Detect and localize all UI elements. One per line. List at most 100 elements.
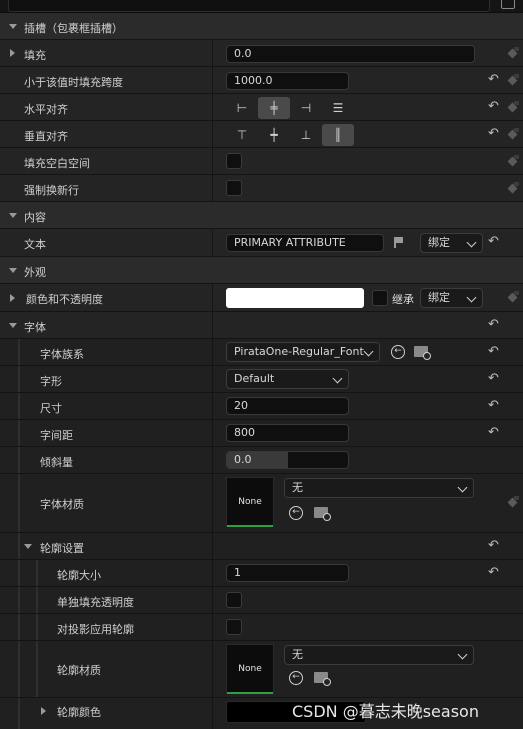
size-field[interactable]: 20 <box>226 397 349 415</box>
color-swatch[interactable] <box>226 288 364 308</box>
prop-font-family: 字体族系 PirataOne-Regular_Font ← ↶ <box>0 339 523 366</box>
apply-to-shadows-checkbox[interactable] <box>226 619 242 635</box>
reset-icon[interactable]: ↶ <box>488 234 499 249</box>
align-top-icon[interactable]: ⊤ <box>226 124 258 146</box>
separate-fill-alpha-checkbox[interactable] <box>226 592 242 608</box>
text-field[interactable]: PRIMARY ATTRIBUTE <box>226 234 384 252</box>
prop-label: 字间距 <box>40 429 73 442</box>
section-title: 内容 <box>24 211 46 224</box>
prop-label: 垂直对齐 <box>24 130 68 143</box>
prop-outline-size: 轮廓大小 1 ↶ <box>0 560 523 587</box>
chevron-down-icon <box>457 649 468 660</box>
chevron-down-icon <box>466 292 477 303</box>
prop-label: 尺寸 <box>40 402 62 415</box>
reset-icon[interactable]: ↶ <box>488 99 499 114</box>
prop-label: 水平对齐 <box>24 103 68 116</box>
search-input[interactable] <box>8 0 490 12</box>
keyframe-icon[interactable] <box>508 47 519 59</box>
padding-field[interactable]: 0.0 <box>226 45 475 63</box>
prop-label: 轮廓设置 <box>40 542 84 555</box>
chevron-down-icon <box>363 346 374 357</box>
section-title: 外观 <box>24 266 46 279</box>
browse-icon[interactable] <box>414 346 431 360</box>
bind-dropdown[interactable]: 绑定 <box>420 233 483 253</box>
prop-label: 字体材质 <box>40 498 84 511</box>
min-span-field[interactable]: 1000.0 <box>226 72 349 90</box>
align-bottom-icon[interactable]: ⊥ <box>290 124 322 146</box>
align-fill-icon[interactable]: ☰ <box>322 97 354 119</box>
prop-label: 强制换新行 <box>24 184 79 197</box>
keyframe-icon[interactable] <box>508 155 519 167</box>
material-thumbnail[interactable]: None <box>226 644 274 694</box>
browse-icon[interactable] <box>314 507 331 521</box>
chevron-down-icon <box>457 482 468 493</box>
chevron-down-icon <box>466 237 477 248</box>
prop-font[interactable]: 字体 ↶ <box>0 312 523 339</box>
font-family-dropdown[interactable]: PirataOne-Regular_Font <box>226 342 380 362</box>
prop-label: 小于该值时填充跨度 <box>24 76 123 89</box>
reset-icon[interactable]: ↶ <box>488 344 499 359</box>
bind-dropdown[interactable]: 绑定 <box>420 288 483 308</box>
settings-icon[interactable] <box>501 0 515 9</box>
align-right-icon[interactable]: ⊣ <box>290 97 322 119</box>
prop-label: 轮廓材质 <box>57 664 101 677</box>
font-material-dropdown[interactable]: 无 <box>284 478 474 498</box>
prop-outline-settings[interactable]: 轮廓设置 ↶ <box>0 533 523 560</box>
reset-icon[interactable]: ↶ <box>488 565 499 580</box>
prop-label: 字形 <box>40 375 62 388</box>
section-slot[interactable]: 插槽（包裹框插槽） <box>0 13 523 40</box>
align-middle-icon[interactable]: ┿ <box>258 124 290 146</box>
prop-label: 倾斜量 <box>40 456 73 469</box>
chevron-right-icon[interactable] <box>41 707 46 715</box>
prop-text: 文本 PRIMARY ATTRIBUTE 绑定 ↶ <box>0 229 523 257</box>
prop-label: 颜色和不透明度 <box>26 293 103 306</box>
reset-icon[interactable]: ↶ <box>488 371 499 386</box>
fill-empty-checkbox[interactable] <box>226 153 242 169</box>
chevron-right-icon[interactable] <box>10 294 15 302</box>
prop-fill-empty: 填充空白空间 <box>0 148 523 175</box>
watermark-text: CSDN @暮志未晚season <box>292 702 479 721</box>
section-appearance[interactable]: 外观 <box>0 257 523 284</box>
keyframe-icon[interactable] <box>508 291 519 303</box>
inherit-checkbox[interactable] <box>372 290 388 306</box>
keyframe-icon[interactable] <box>508 182 519 194</box>
keyframe-icon[interactable] <box>508 496 519 508</box>
prop-label: 填充 <box>24 49 46 62</box>
reset-icon[interactable]: ↶ <box>488 72 499 87</box>
force-newline-checkbox[interactable] <box>226 180 242 196</box>
section-title: 插槽（包裹框插槽） <box>24 22 123 35</box>
reset-icon[interactable]: ↶ <box>488 398 499 413</box>
flag-icon[interactable] <box>394 237 403 248</box>
skew-slider[interactable]: 0.0 <box>226 451 349 469</box>
align-vfill-icon[interactable]: ║ <box>322 124 354 146</box>
keyframe-icon[interactable] <box>508 128 519 140</box>
prop-padding: 填充 0.0 <box>0 40 523 67</box>
chevron-right-icon[interactable] <box>10 49 15 57</box>
letter-spacing-field[interactable]: 800 <box>226 424 349 442</box>
outline-material-dropdown[interactable]: 无 <box>284 645 474 665</box>
prop-label: 轮廓大小 <box>57 569 101 582</box>
keyframe-icon[interactable] <box>508 74 519 86</box>
prop-force-newline: 强制换新行 <box>0 175 523 202</box>
outline-size-field[interactable]: 1 <box>226 564 349 582</box>
chevron-down-icon <box>9 213 17 218</box>
inherit-label: 继承 <box>392 293 414 306</box>
reset-icon[interactable]: ↶ <box>488 126 499 141</box>
prop-font-material: 字体材质 None 无 ← <box>0 474 523 533</box>
use-selected-icon[interactable]: ← <box>289 506 303 520</box>
material-thumbnail[interactable]: None <box>226 477 274 527</box>
use-selected-icon[interactable]: ← <box>391 345 405 359</box>
use-selected-icon[interactable]: ← <box>289 671 303 685</box>
align-center-icon[interactable]: ╪ <box>258 97 290 119</box>
browse-icon[interactable] <box>314 672 331 686</box>
prop-min-span: 小于该值时填充跨度 1000.0 ↶ <box>0 67 523 94</box>
prop-color-opacity: 颜色和不透明度 继承 绑定 <box>0 284 523 312</box>
section-content[interactable]: 内容 <box>0 202 523 229</box>
chevron-down-icon <box>9 24 17 29</box>
keyframe-icon[interactable] <box>508 101 519 113</box>
reset-icon[interactable]: ↶ <box>488 538 499 553</box>
typeface-dropdown[interactable]: Default <box>226 369 349 389</box>
reset-icon[interactable]: ↶ <box>488 425 499 440</box>
reset-icon[interactable]: ↶ <box>488 317 499 332</box>
align-left-icon[interactable]: ⊢ <box>226 97 258 119</box>
